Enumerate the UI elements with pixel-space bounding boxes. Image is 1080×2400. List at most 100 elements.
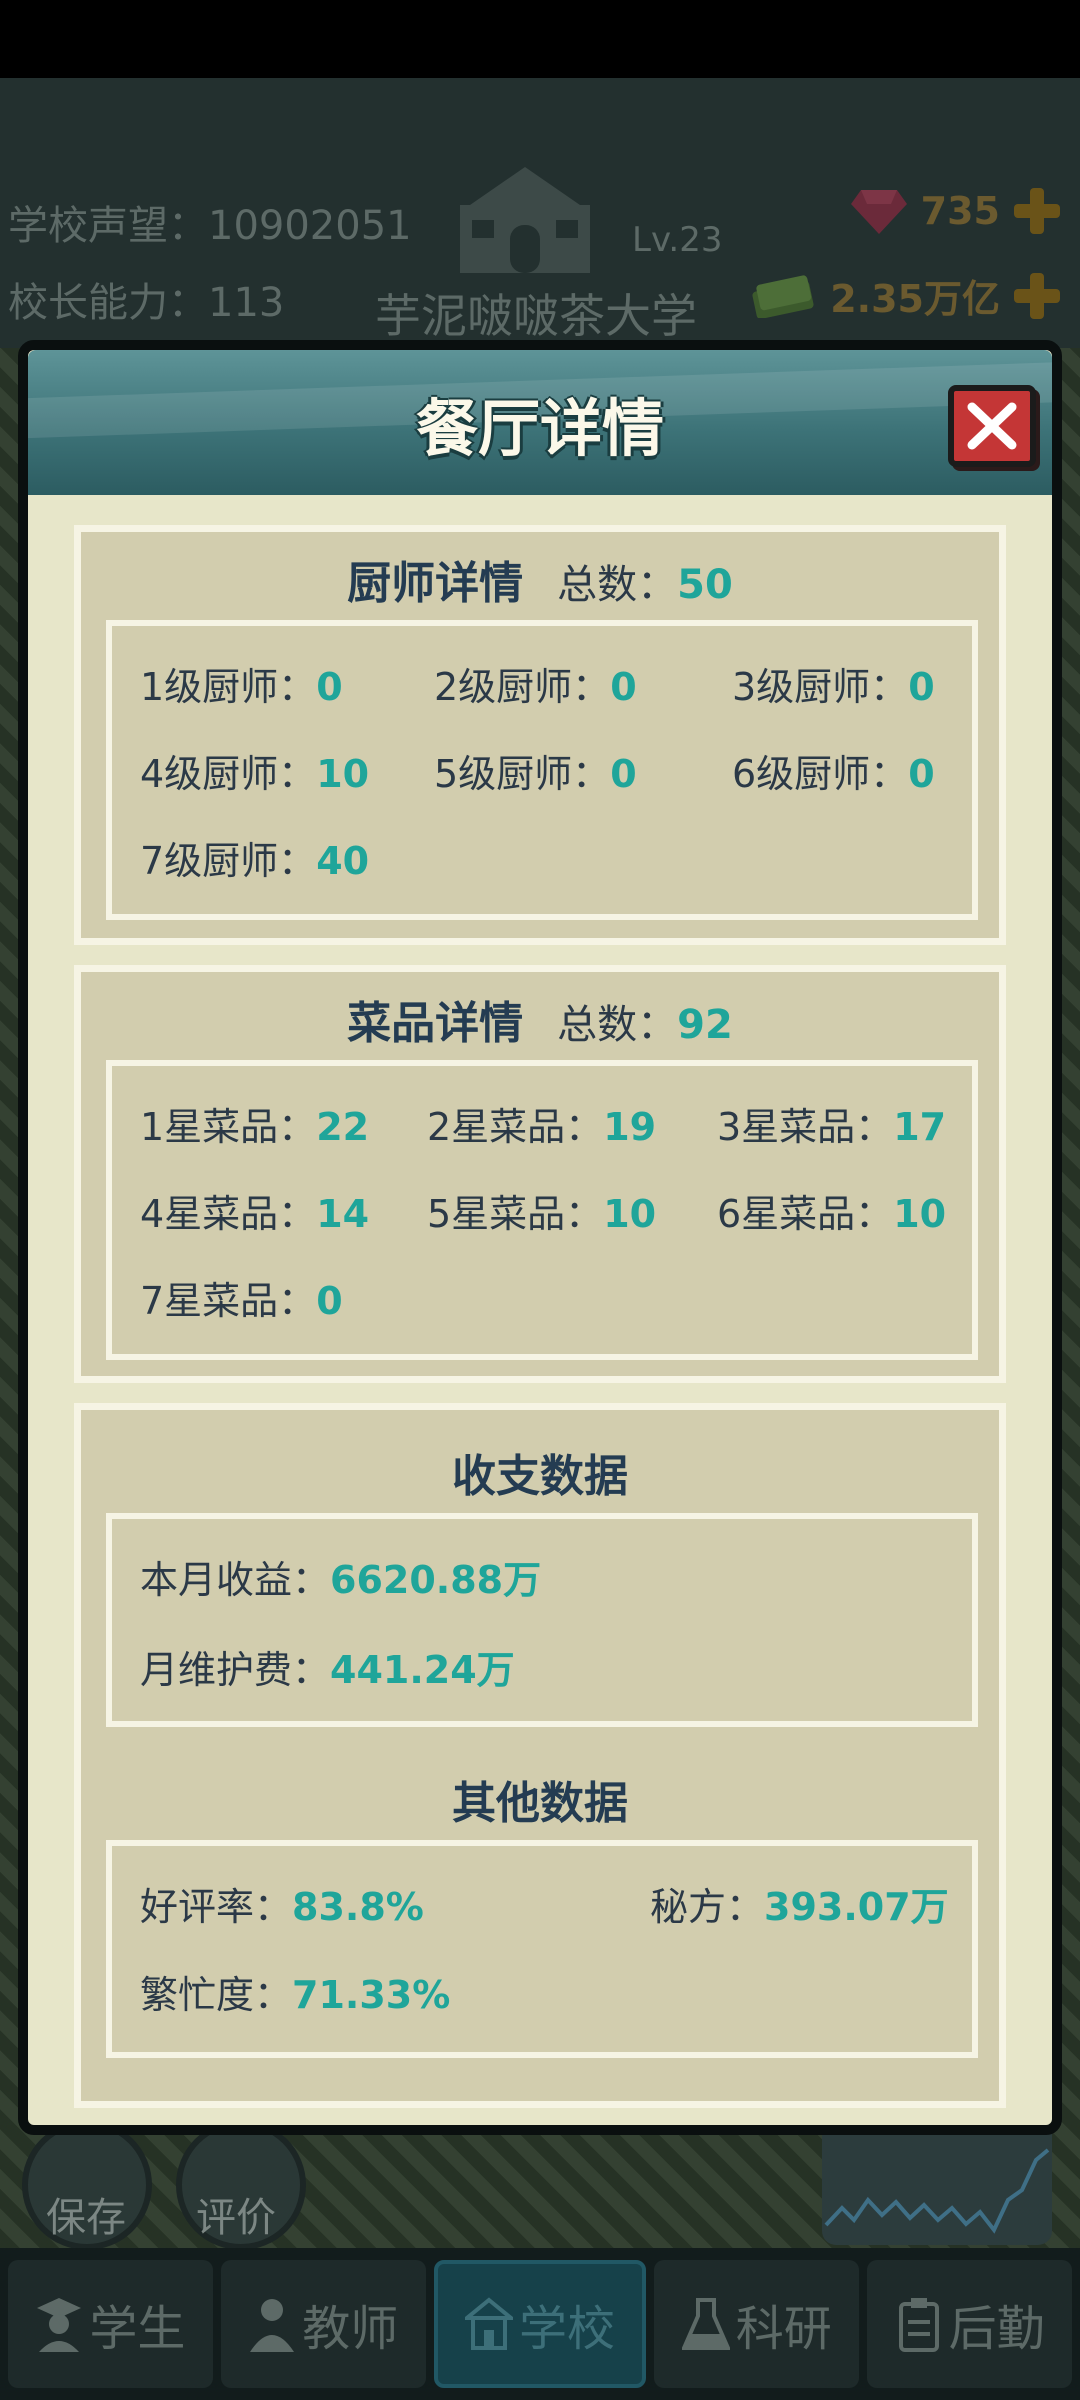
chef-item: 1级厨师：0	[140, 656, 343, 711]
tab-school[interactable]: 学校	[433, 2260, 647, 2388]
tab-teachers[interactable]: 教师	[220, 2260, 426, 2388]
chef-item-label: 4级厨师：	[140, 752, 317, 796]
chef-item-value: 0	[610, 665, 637, 709]
reputation-value: 10902051	[208, 203, 412, 249]
chef-item: 4级厨师：10	[140, 743, 369, 798]
dish-item-value: 10	[603, 1192, 657, 1236]
chef-item-label: 6级厨师：	[732, 752, 909, 796]
money-resource: 2.35万亿	[750, 268, 1060, 323]
ability-value: 113	[208, 280, 285, 326]
rating-row: 好评率：83.8%	[140, 1876, 424, 1931]
chef-item: 3级厨师：0	[732, 656, 935, 711]
maintenance-value: 441.24万	[330, 1648, 515, 1692]
chef-item-label: 3级厨师：	[732, 665, 909, 709]
rating-value: 83.8%	[292, 1885, 424, 1929]
chef-item-label: 2级厨师：	[434, 665, 611, 709]
dish-item-label: 5星菜品：	[427, 1192, 604, 1236]
dish-total-value: 92	[677, 1002, 733, 1048]
gem-resource: 735	[850, 188, 1060, 234]
tab-logistics[interactable]: 后勤	[867, 2260, 1072, 2388]
chef-item-value: 0	[316, 665, 343, 709]
bottom-nav: 学生 教师 学校 科研 后勤	[0, 2248, 1080, 2400]
close-button[interactable]	[948, 385, 1036, 467]
chef-item-label: 1级厨师：	[140, 665, 317, 709]
finance-list: 本月收益：6620.88万 月维护费：441.24万	[106, 1513, 978, 1727]
recipe-value: 393.07万	[764, 1885, 949, 1929]
data-panel: 收支数据 本月收益：6620.88万 月维护费：441.24万 其他数据 好评率…	[74, 1403, 1006, 2108]
other-list: 好评率：83.8% 秘方：393.07万 繁忙度：71.33%	[106, 1840, 978, 2058]
dish-item-value: 14	[316, 1192, 370, 1236]
ability-row: 校长能力：113	[8, 270, 284, 328]
finance-heading: 收支数据	[452, 1451, 628, 1502]
chef-item-value: 10	[316, 752, 370, 796]
dish-total-label: 总数：	[557, 1002, 678, 1048]
tab-students-label: 学生	[89, 2301, 186, 2357]
ability-label: 校长能力：	[8, 280, 208, 326]
dialog-title: 餐厅详情	[415, 392, 664, 465]
dish-item-value: 0	[316, 1279, 343, 1323]
income-row: 本月收益：6620.88万	[140, 1549, 541, 1604]
gem-count: 735	[920, 189, 1000, 233]
dish-item: 6星菜品：10	[717, 1183, 946, 1238]
reputation-label: 学校声望：	[8, 203, 208, 249]
chef-total-label: 总数：	[557, 562, 678, 608]
chef-panel: 厨师详情 总数：50 1级厨师：0 2级厨师：0 3级厨师：0 4级厨师：10 5…	[74, 525, 1006, 945]
tab-school-label: 学校	[518, 2301, 615, 2357]
chef-heading-title: 厨师详情	[347, 558, 524, 609]
school-level: Lv.23	[632, 220, 723, 260]
reputation-row: 学校声望：10902051	[8, 193, 412, 251]
school-tab-icon	[464, 2297, 513, 2350]
chef-item-value: 0	[908, 752, 935, 796]
cash-icon	[752, 274, 814, 318]
rating-label: 好评率：	[140, 1885, 293, 1929]
chef-item-label: 7级厨师：	[140, 839, 317, 883]
chef-list: 1级厨师：0 2级厨师：0 3级厨师：0 4级厨师：10 5级厨师：0 6级厨师…	[106, 620, 978, 920]
busy-label: 繁忙度：	[140, 1973, 293, 2017]
tab-research[interactable]: 科研	[654, 2260, 860, 2388]
trend-minichart[interactable]	[822, 2120, 1052, 2245]
teacher-icon	[250, 2299, 295, 2352]
income-label: 本月收益：	[140, 1558, 331, 1602]
close-icon	[967, 402, 1017, 450]
chef-item-value: 0	[610, 752, 637, 796]
dish-item: 4星菜品：14	[140, 1183, 369, 1238]
add-gems-icon[interactable]	[1014, 188, 1060, 234]
dish-item-label: 4星菜品：	[140, 1192, 317, 1236]
clipboard-icon	[898, 2298, 939, 2352]
gem-icon	[850, 190, 907, 234]
status-bar	[0, 0, 1080, 78]
maintenance-row: 月维护费：441.24万	[140, 1639, 515, 1694]
dish-item: 3星菜品：17	[717, 1096, 946, 1151]
tab-logistics-label: 后勤	[948, 2301, 1045, 2357]
dialog-header: 餐厅详情	[28, 350, 1052, 495]
chef-item-label: 5级厨师：	[434, 752, 611, 796]
dish-item: 2星菜品：19	[427, 1096, 656, 1151]
chef-item-value: 0	[908, 665, 935, 709]
dish-heading-title: 菜品详情	[347, 998, 524, 1049]
dish-panel: 菜品详情 总数：92 1星菜品：22 2星菜品：19 3星菜品：17 4星菜品：1…	[74, 965, 1006, 1383]
dish-item-label: 6星菜品：	[717, 1192, 894, 1236]
tab-research-label: 科研	[735, 2301, 832, 2357]
school-building-icon[interactable]	[450, 165, 600, 275]
recipe-row: 秘方：393.07万	[650, 1876, 949, 1931]
dish-list: 1星菜品：22 2星菜品：19 3星菜品：17 4星菜品：14 5星菜品：10 …	[106, 1060, 978, 1360]
busy-value: 71.33%	[292, 1973, 451, 2017]
flask-icon	[681, 2298, 730, 2350]
chef-item: 6级厨师：0	[732, 743, 935, 798]
busy-row: 繁忙度：71.33%	[140, 1964, 450, 2019]
dish-item-label: 1星菜品：	[140, 1105, 317, 1149]
chef-item: 7级厨师：40	[140, 830, 369, 885]
tab-students[interactable]: 学生	[8, 2260, 213, 2388]
dish-item-label: 2星菜品：	[427, 1105, 604, 1149]
dish-item-label: 7星菜品：	[140, 1279, 317, 1323]
save-label: 保存	[46, 2195, 126, 2241]
tab-teachers-label: 教师	[302, 2301, 399, 2357]
dish-item: 1星菜品：22	[140, 1096, 369, 1151]
maintenance-label: 月维护费：	[140, 1648, 331, 1692]
add-money-icon[interactable]	[1014, 272, 1060, 319]
chef-item: 5级厨师：0	[434, 743, 637, 798]
dish-item: 7星菜品：0	[140, 1270, 343, 1325]
dish-item-label: 3星菜品：	[717, 1105, 894, 1149]
top-hud: 学校声望：10902051 校长能力：113 Lv.23 芋泥啵啵茶大学 735…	[0, 78, 1080, 348]
chef-heading: 厨师详情 总数：50	[81, 547, 999, 611]
